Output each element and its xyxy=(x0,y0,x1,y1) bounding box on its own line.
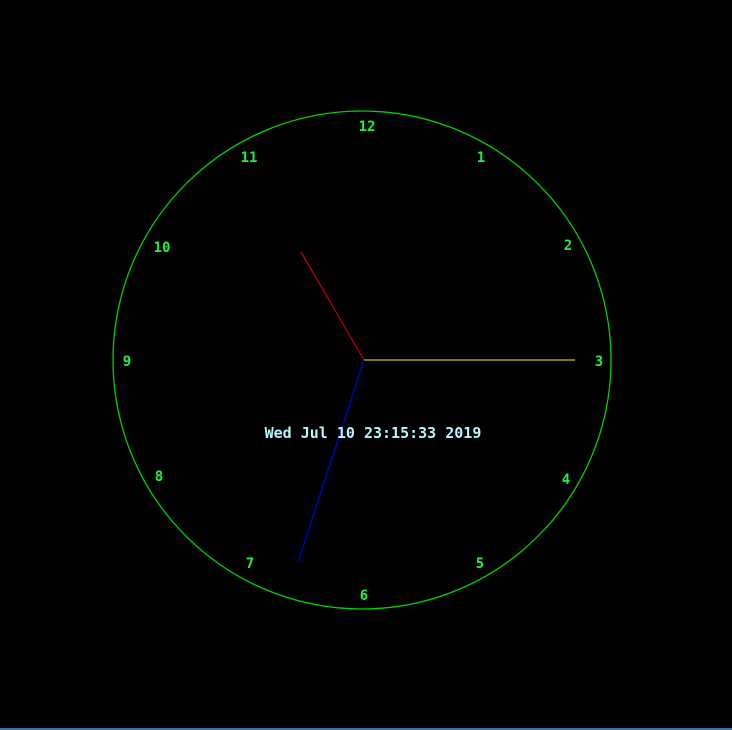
clock-window: 12 1 2 3 4 5 6 7 8 9 10 11 Wed Jul 10 23… xyxy=(0,0,732,730)
numeral-2: 2 xyxy=(564,238,572,254)
numeral-8: 8 xyxy=(155,469,163,485)
second-hand xyxy=(297,359,365,563)
numeral-1: 1 xyxy=(477,150,485,166)
numeral-9: 9 xyxy=(123,354,131,370)
numeral-6: 6 xyxy=(360,588,368,604)
numeral-5: 5 xyxy=(476,556,484,572)
hour-hand xyxy=(300,251,365,361)
datetime-text: Wed Jul 10 23:15:33 2019 xyxy=(265,424,482,442)
clock-face: 12 1 2 3 4 5 6 7 8 9 10 11 Wed Jul 10 23… xyxy=(112,110,612,610)
numeral-10: 10 xyxy=(154,240,171,256)
numeral-7: 7 xyxy=(246,556,254,572)
numeral-3: 3 xyxy=(595,354,603,370)
numeral-11: 11 xyxy=(241,150,258,166)
numeral-4: 4 xyxy=(562,472,570,488)
numeral-12: 12 xyxy=(359,119,376,135)
